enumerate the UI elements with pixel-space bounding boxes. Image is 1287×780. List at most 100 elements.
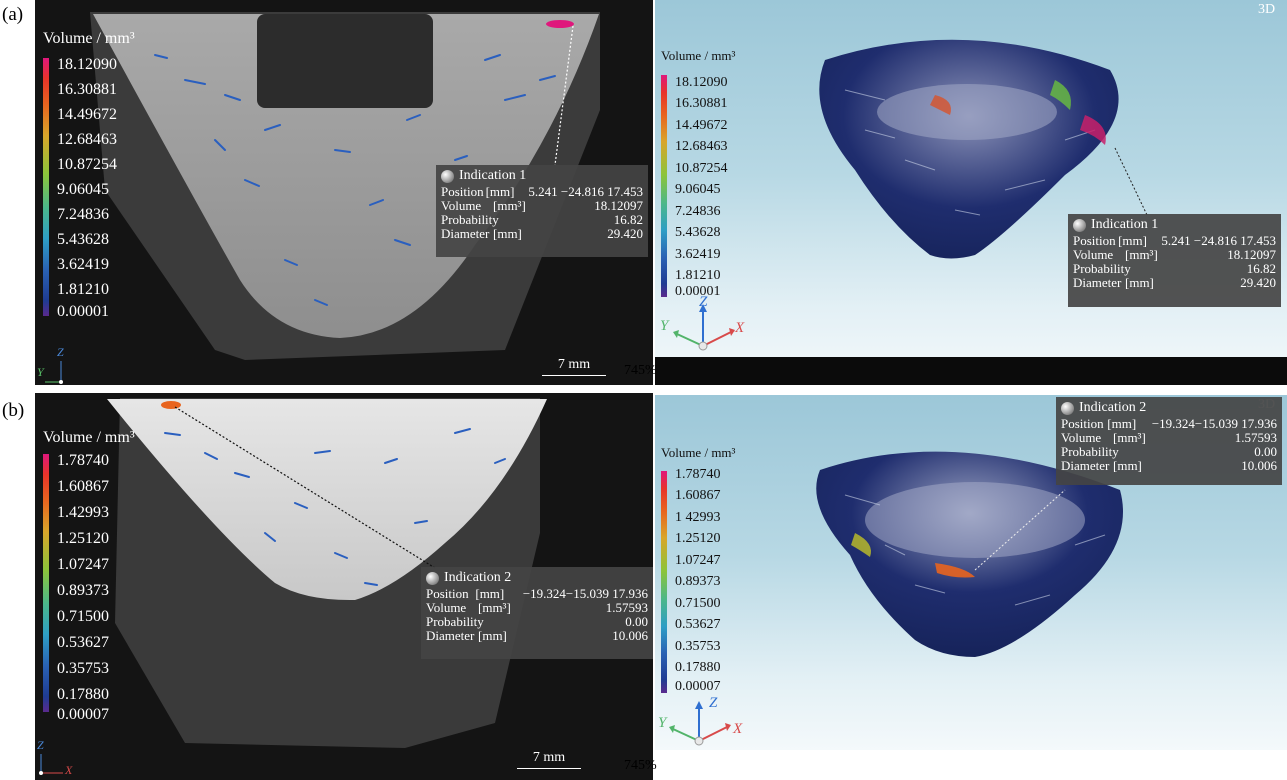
legend-value: 14.49672 — [675, 118, 728, 133]
view-3d-tag: 3D — [1258, 2, 1276, 17]
axis-triad-icon — [39, 754, 63, 775]
panel-label-a: (a) — [2, 4, 24, 25]
legend-value: 14.49672 — [57, 106, 117, 123]
legend-value: 1.25120 — [57, 530, 109, 547]
legend-value: 0.35753 — [57, 660, 109, 677]
triad-x-label: X — [735, 320, 745, 336]
legend-value: 7.24836 — [675, 204, 721, 219]
info-row-volume: Volume [mm³] 18.12097 — [1073, 247, 1276, 262]
ct-slice-view-a[interactable]: Volume / mm³ 18.12090 16.30881 14.49672 … — [35, 0, 653, 385]
legend-title: Volume / mm³ — [43, 30, 135, 47]
legend-value: 12.68463 — [675, 139, 728, 154]
legend-value: 0.89373 — [675, 574, 721, 589]
legend-value: 5.43628 — [675, 225, 721, 240]
legend-value: 0.53627 — [675, 617, 721, 632]
legend-colorbar — [661, 471, 667, 693]
legend-value: 3.62419 — [675, 247, 721, 262]
info-row-position: Position [mm] 5.241 −24.816 17.453 — [441, 184, 643, 199]
indication-sphere-icon — [426, 571, 439, 585]
legend-value: 1.07247 — [675, 553, 721, 568]
indication-sphere-icon — [1073, 218, 1086, 232]
legend-value: 10.87254 — [57, 156, 117, 173]
legend-value: 1 42993 — [675, 510, 721, 525]
legend-value: 1.81210 — [675, 268, 721, 283]
legend-value: 5.43628 — [57, 231, 109, 248]
legend-value: 3.62419 — [57, 256, 109, 273]
indication-info-box[interactable]: Indication 2 Position [mm] −19.324−15.039 … — [421, 567, 653, 659]
legend-value: 0.53627 — [57, 634, 109, 651]
zoom-level: 745% — [624, 363, 657, 378]
info-row-diameter: Diameter [mm] 29.420 — [1073, 275, 1276, 290]
info-row-volume: Volume [mm³] 1.57593 — [426, 600, 648, 615]
info-row-diameter: Diameter [mm] 29.420 — [441, 226, 643, 241]
indication-info-box[interactable]: Indication 2 Position [mm] −19.324−15.039 … — [1056, 397, 1282, 485]
legend-value: 1.81210 — [57, 281, 109, 298]
legend-value: 9.06045 — [57, 181, 109, 198]
info-row-position: Position [mm] 5.241 −24.816 17.453 — [1073, 233, 1276, 248]
render-bottom-strip — [655, 357, 1287, 385]
triad-z-label: Z — [709, 695, 718, 711]
legend-title: Volume / mm³ — [661, 48, 736, 63]
render-3d-view-b[interactable]: 3D Volume / mm³ 1.78740 1.60867 1 42993 … — [655, 395, 1287, 750]
legend-value: 1.42993 — [57, 504, 109, 521]
zoom-level: 745% — [624, 758, 657, 773]
scale-label: 7 mm — [532, 750, 566, 765]
indication-info-box[interactable]: Indication 1 Position [mm] 5.241 −24.816 1… — [436, 165, 648, 257]
info-row-probability: Probability 0.00 — [426, 614, 648, 629]
info-row-position: Position [mm] −19.324−15.039 17.936 — [426, 586, 648, 601]
legend-value: 18.12090 — [675, 75, 728, 90]
indication-marker-b — [161, 401, 181, 409]
slice-legend-b: Volume / mm³ 1.78740 1.60867 1.42993 1.2… — [43, 429, 163, 723]
legend-value: 1.60867 — [57, 478, 109, 495]
legend-value: 16.30881 — [57, 81, 117, 98]
scale-label: 7 mm — [557, 357, 591, 372]
axis-y-label: Y — [37, 365, 44, 379]
render-legend-b: Volume / mm³ 1.78740 1.60867 1 42993 1.2… — [661, 445, 791, 695]
triad-z-label: Z — [699, 294, 708, 310]
legend-value: 0.89373 — [57, 582, 109, 599]
triad-x-label: X — [733, 721, 743, 737]
legend-value: 7.24836 — [57, 206, 109, 223]
triad-y-label: Y — [660, 318, 669, 334]
info-row-diameter: Diameter [mm] 10.006 — [426, 628, 648, 643]
info-row-probability: Probability 16.82 — [441, 212, 643, 227]
indication-title: Indication 1 — [1091, 217, 1159, 232]
legend-value: 10.87254 — [675, 161, 728, 176]
legend-value: 9.06045 — [675, 182, 721, 197]
info-row-volume: Volume [mm³] 18.12097 — [441, 198, 643, 213]
legend-value: 1.78740 — [57, 452, 109, 469]
indication-title: Indication 1 — [459, 168, 527, 183]
slice-legend-a: Volume / mm³ 18.12090 16.30881 14.49672 … — [43, 30, 163, 320]
indication-title: Indication 2 — [444, 570, 512, 585]
legend-value: 12.68463 — [57, 131, 117, 148]
axis-triad-icon — [45, 361, 63, 384]
legend-colorbar — [43, 454, 49, 712]
legend-value: 1.78740 — [675, 467, 721, 482]
legend-value: 0.17880 — [675, 660, 721, 675]
triad-y-label: Y — [658, 715, 667, 731]
legend-colorbar — [661, 75, 667, 297]
info-row-probability: Probability 0.00 — [1061, 444, 1277, 459]
indication-title: Indication 2 — [1079, 400, 1147, 415]
scale-bar: 7 mm — [517, 750, 581, 769]
info-row-diameter: Diameter [mm] 10.006 — [1061, 458, 1277, 473]
panel-label-b: (b) — [2, 400, 25, 421]
legend-value: 0.71500 — [57, 608, 109, 625]
legend-title: Volume / mm³ — [661, 445, 736, 460]
ct-slice-view-b[interactable]: Volume / mm³ 1.78740 1.60867 1.42993 1.2… — [35, 393, 653, 780]
legend-value: 0.17880 — [57, 686, 109, 703]
legend-value: 0.00001 — [57, 303, 109, 320]
info-row-volume: Volume [mm³] 1.57593 — [1061, 430, 1277, 445]
scale-bar: 7 mm — [542, 357, 606, 376]
legend-value: 0.71500 — [675, 596, 721, 611]
indication-info-box[interactable]: Indication 1 Position [mm] 5.241 −24.816 1… — [1068, 214, 1281, 307]
legend-colorbar — [43, 58, 49, 316]
render-3d-view-a[interactable]: 3D Volume / mm³ 18.12090 16.30881 14.496… — [655, 0, 1287, 385]
info-row-position: Position [mm] −19.324−15.039 17.936 — [1061, 416, 1277, 431]
legend-value: 16.30881 — [675, 96, 728, 111]
indication-sphere-icon — [441, 169, 454, 183]
legend-value: 1.07247 — [57, 556, 109, 573]
legend-value: 1.60867 — [675, 488, 721, 503]
indication-sphere-icon — [1061, 401, 1074, 415]
legend-value: 0.00007 — [57, 706, 109, 723]
